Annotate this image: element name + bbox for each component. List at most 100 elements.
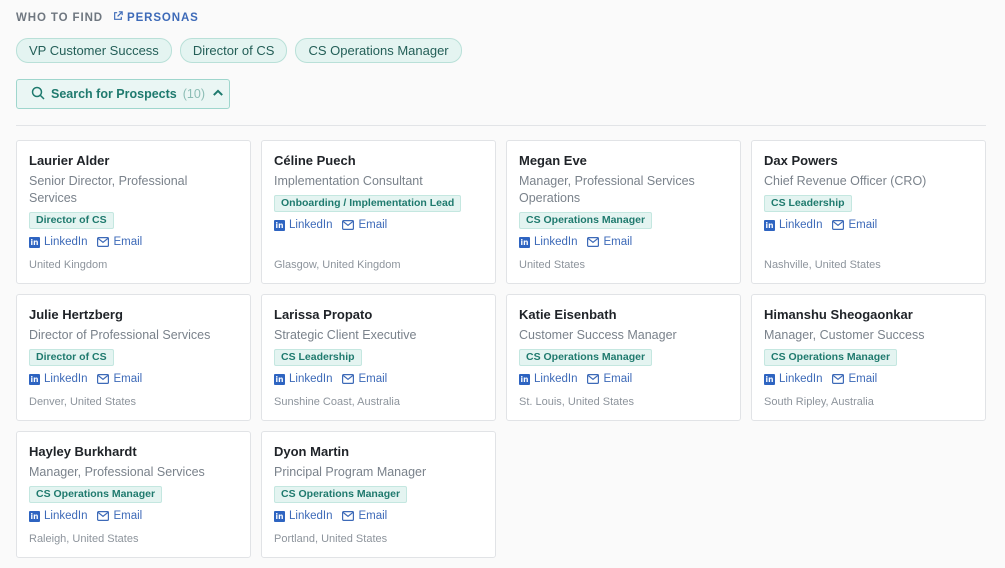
prospect-name: Dyon Martin: [274, 444, 350, 459]
email-link[interactable]: Email: [342, 219, 387, 231]
email-label: Email: [113, 236, 143, 248]
contact-links: in LinkedIn Email: [519, 373, 728, 385]
email-link[interactable]: Email: [97, 236, 142, 248]
persona-chip[interactable]: Director of CS: [179, 38, 288, 63]
linkedin-link[interactable]: in LinkedIn: [274, 510, 332, 522]
persona-chip[interactable]: VP Customer Success: [16, 38, 172, 63]
email-label: Email: [848, 373, 878, 385]
contact-links: in LinkedIn Email: [764, 373, 973, 385]
linkedin-link[interactable]: in LinkedIn: [29, 510, 87, 522]
prospect-location: Sunshine Coast, Australia: [274, 396, 400, 408]
email-link[interactable]: Email: [587, 373, 632, 385]
linkedin-icon: in: [29, 510, 40, 522]
prospect-card[interactable]: Dyon Martin Principal Program Manager CS…: [261, 431, 496, 558]
prospect-name: Larissa Propato: [274, 307, 373, 322]
linkedin-icon: in: [274, 510, 285, 522]
email-link[interactable]: Email: [342, 510, 387, 522]
prospect-card[interactable]: Himanshu Sheogaonkar Manager, Customer S…: [751, 294, 986, 421]
email-label: Email: [603, 236, 633, 248]
prospect-location: Glasgow, United Kingdom: [274, 259, 401, 271]
prospect-title: Manager, Professional Services Operation…: [519, 174, 695, 205]
prospect-count: (10): [182, 87, 205, 101]
email-link[interactable]: Email: [342, 373, 387, 385]
email-label: Email: [358, 219, 388, 231]
prospect-card[interactable]: Katie Eisenbath Customer Success Manager…: [506, 294, 741, 421]
email-link[interactable]: Email: [97, 510, 142, 522]
linkedin-link[interactable]: in LinkedIn: [764, 219, 822, 231]
mail-icon: [97, 237, 110, 247]
prospect-name: Dax Powers: [764, 153, 838, 168]
linkedin-label: LinkedIn: [44, 510, 88, 522]
persona-chips: VP Customer Success Director of CS CS Op…: [16, 38, 462, 63]
linkedin-link[interactable]: in LinkedIn: [764, 373, 822, 385]
prospect-title: Senior Director, Professional Services: [29, 174, 188, 205]
prospect-card[interactable]: Céline Puech Implementation Consultant O…: [261, 140, 496, 284]
persona-badge: Director of CS: [29, 349, 114, 366]
prospect-card[interactable]: Laurier Alder Senior Director, Professio…: [16, 140, 251, 284]
personas-link[interactable]: PERSONAS: [113, 11, 199, 24]
prospect-location: Nashville, United States: [764, 259, 881, 271]
persona-badge: CS Operations Manager: [29, 486, 163, 503]
linkedin-label: LinkedIn: [779, 373, 823, 385]
linkedin-link[interactable]: in LinkedIn: [519, 373, 577, 385]
linkedin-label: LinkedIn: [289, 219, 333, 231]
search-prospects-label: Search for Prospects: [51, 87, 177, 101]
linkedin-link[interactable]: in LinkedIn: [29, 236, 87, 248]
mail-icon: [342, 511, 355, 521]
prospect-card[interactable]: Julie Hertzberg Director of Professional…: [16, 294, 251, 421]
mail-icon: [97, 374, 110, 384]
prospect-card[interactable]: Megan Eve Manager, Professional Services…: [506, 140, 741, 284]
contact-links: in LinkedIn Email: [519, 236, 728, 248]
linkedin-label: LinkedIn: [44, 236, 88, 248]
email-link[interactable]: Email: [97, 373, 142, 385]
email-label: Email: [113, 373, 143, 385]
prospect-title: Strategic Client Executive: [274, 328, 417, 342]
email-label: Email: [358, 373, 388, 385]
linkedin-link[interactable]: in LinkedIn: [274, 219, 332, 231]
contact-links: in LinkedIn Email: [29, 373, 238, 385]
prospect-name: Himanshu Sheogaonkar: [764, 307, 913, 322]
divider: [16, 125, 986, 126]
linkedin-icon: in: [519, 236, 530, 248]
prospect-name: Julie Hertzberg: [29, 307, 123, 322]
prospect-name: Hayley Burkhardt: [29, 444, 137, 459]
persona-badge: CS Leadership: [764, 195, 852, 212]
linkedin-link[interactable]: in LinkedIn: [29, 373, 87, 385]
prospect-name: Megan Eve: [519, 153, 587, 168]
section-title: WHO TO FIND: [16, 11, 103, 24]
prospect-title: Principal Program Manager: [274, 465, 427, 479]
prospect-card[interactable]: Larissa Propato Strategic Client Executi…: [261, 294, 496, 421]
prospect-card[interactable]: Hayley Burkhardt Manager, Professional S…: [16, 431, 251, 558]
search-prospects-button[interactable]: Search for Prospects (10): [16, 79, 230, 109]
email-link[interactable]: Email: [587, 236, 632, 248]
linkedin-label: LinkedIn: [534, 236, 578, 248]
linkedin-icon: in: [519, 373, 530, 385]
external-link-icon: [113, 11, 123, 24]
prospect-name: Katie Eisenbath: [519, 307, 617, 322]
linkedin-icon: in: [29, 373, 40, 385]
mail-icon: [342, 220, 355, 230]
email-label: Email: [848, 219, 878, 231]
prospect-name: Céline Puech: [274, 153, 356, 168]
linkedin-link[interactable]: in LinkedIn: [519, 236, 577, 248]
prospect-title: Chief Revenue Officer (CRO): [764, 174, 927, 188]
linkedin-link[interactable]: in LinkedIn: [274, 373, 332, 385]
contact-links: in LinkedIn Email: [29, 510, 238, 522]
contact-links: in LinkedIn Email: [29, 236, 238, 248]
prospect-title: Manager, Customer Success: [764, 328, 925, 342]
linkedin-label: LinkedIn: [289, 373, 333, 385]
email-link[interactable]: Email: [832, 373, 877, 385]
contact-links: in LinkedIn Email: [274, 510, 483, 522]
email-label: Email: [113, 510, 143, 522]
email-link[interactable]: Email: [832, 219, 877, 231]
contact-links: in LinkedIn Email: [274, 373, 483, 385]
prospect-name: Laurier Alder: [29, 153, 110, 168]
persona-badge: Director of CS: [29, 212, 114, 229]
contact-links: in LinkedIn Email: [764, 219, 973, 231]
mail-icon: [832, 374, 845, 384]
persona-chip[interactable]: CS Operations Manager: [295, 38, 462, 63]
prospect-card[interactable]: Dax Powers Chief Revenue Officer (CRO) C…: [751, 140, 986, 284]
linkedin-icon: in: [274, 219, 285, 231]
persona-badge: CS Operations Manager: [519, 349, 653, 366]
persona-badge: CS Operations Manager: [519, 212, 653, 229]
